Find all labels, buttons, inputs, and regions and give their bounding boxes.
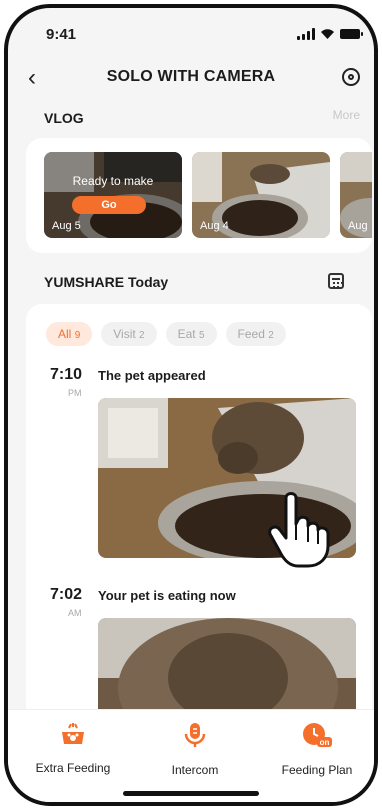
vlog-more-link[interactable]: More: [333, 108, 360, 122]
status-time: 9:41: [46, 26, 77, 43]
event-title: The pet appeared: [98, 368, 206, 383]
signal-icon: [297, 28, 315, 40]
vlog-thumb-3[interactable]: Aug: [340, 152, 372, 238]
pointer-hand-icon: [268, 492, 330, 568]
tab-label: Intercom: [171, 763, 219, 777]
vlog-thumb-1[interactable]: Ready to make Go Aug 5: [44, 152, 182, 238]
tab-feeding-plan[interactable]: on Feeding Plan: [262, 722, 372, 777]
page-title: SOLO WITH CAMERA: [106, 68, 276, 85]
filter-all[interactable]: All 9: [46, 322, 93, 346]
vlog-thumb-2[interactable]: Aug 4: [192, 152, 330, 238]
tab-extra-feeding[interactable]: Extra Feeding: [18, 722, 128, 775]
vlog-label: VLOG: [44, 110, 84, 126]
tab-intercom[interactable]: Intercom: [140, 722, 250, 777]
vlog-card: Ready to make Go Aug 5 Aug 4 Aug: [26, 138, 372, 253]
nav-header: ‹ SOLO WITH CAMERA: [8, 58, 374, 98]
clock-on-icon: on: [303, 723, 332, 747]
filter-chips: All 9 Visit 2 Eat 5 Feed 2: [46, 322, 286, 346]
tab-label: Extra Feeding: [35, 761, 111, 775]
filter-feed[interactable]: Feed 2: [225, 322, 286, 346]
phone-frame: 9:41 ‹ SOLO WITH CAMERA VLOG More Ready …: [0, 0, 382, 810]
svg-text:on: on: [320, 738, 330, 747]
filter-visit[interactable]: Visit 2: [101, 322, 157, 346]
calendar-icon[interactable]: [328, 273, 344, 289]
status-bar: 9:41: [8, 8, 374, 52]
bottom-tab-bar: Extra Feeding Intercom on Feeding Plan: [8, 709, 374, 802]
microphone-icon: [184, 723, 206, 747]
settings-icon[interactable]: [342, 68, 360, 86]
event-ampm: AM: [68, 608, 82, 618]
event-time: 7:02: [50, 586, 83, 603]
vlog-date-1: Aug 5: [52, 220, 81, 232]
wifi-icon: [321, 29, 334, 39]
event-ampm: PM: [68, 388, 82, 398]
battery-icon: [340, 29, 363, 39]
filter-eat[interactable]: Eat 5: [165, 322, 217, 346]
vlog-date-2: Aug 4: [200, 220, 229, 232]
vlog-go-button[interactable]: Go: [72, 196, 146, 214]
home-indicator[interactable]: [123, 791, 259, 796]
event-title: Your pet is eating now: [98, 588, 236, 603]
tab-label: Feeding Plan: [281, 763, 353, 777]
today-label: YUMSHARE Today: [44, 274, 169, 290]
vlog-overlay-text: Ready to make: [72, 174, 154, 188]
screen: 9:41 ‹ SOLO WITH CAMERA VLOG More Ready …: [4, 4, 378, 806]
bowl-icon: [62, 723, 84, 744]
event-time: 7:10: [50, 366, 83, 383]
vlog-date-3: Aug: [348, 220, 368, 232]
status-icons: [297, 28, 363, 40]
